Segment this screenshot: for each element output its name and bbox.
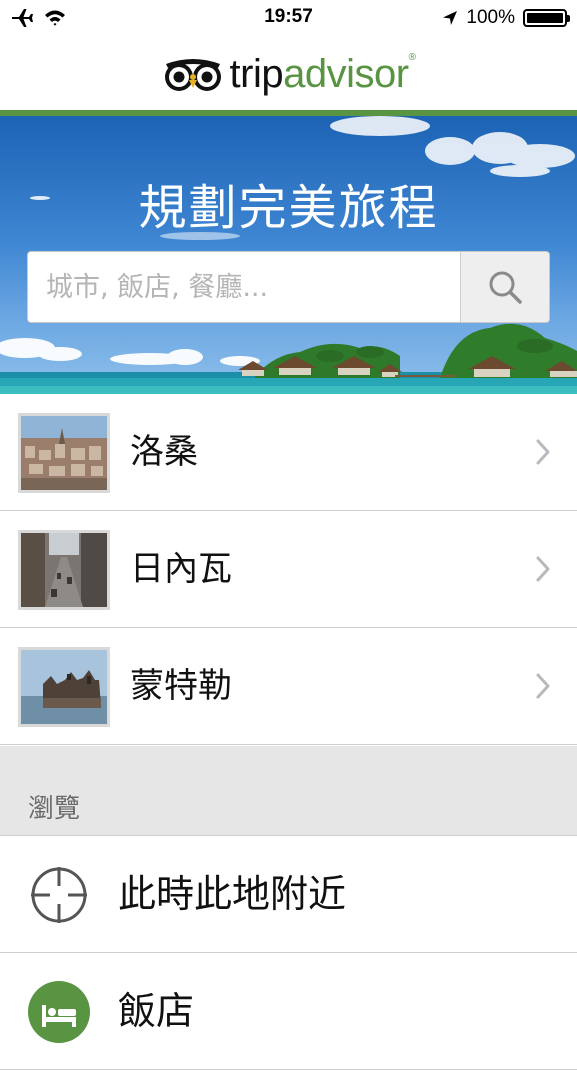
search-button[interactable] <box>460 252 549 322</box>
crosshair-icon <box>31 867 87 923</box>
section-label: 瀏覽 <box>28 794 81 824</box>
hero-title: 規劃完美旅程 <box>138 180 439 236</box>
list-item[interactable]: 蒙特勒 <box>0 628 577 745</box>
tripadvisor-logo[interactable]: tripadvisor® <box>162 52 416 97</box>
destination-thumbnail <box>18 413 110 493</box>
destination-thumbnail <box>18 647 110 727</box>
status-bar: 19:57 100% <box>0 0 577 38</box>
battery-icon <box>523 9 570 27</box>
battery-percent: 100% <box>466 7 515 28</box>
app-header: tripadvisor® <box>0 38 577 110</box>
destination-thumbnail <box>18 530 110 610</box>
logo-trip-text: trip <box>229 51 284 96</box>
search-bar <box>27 251 550 323</box>
search-icon <box>489 271 522 304</box>
nearby-label: 此時此地附近 <box>118 872 347 916</box>
search-input[interactable] <box>28 252 460 322</box>
destination-label: 日內瓦 <box>130 549 232 589</box>
browse-list: 此時此地附近 飯店 <box>0 836 577 1070</box>
bed-icon <box>28 981 90 1043</box>
logo-registered-mark: ® <box>408 51 416 63</box>
nearby-item[interactable]: 此時此地附近 <box>0 836 577 953</box>
list-item[interactable]: 洛桑 <box>0 394 577 511</box>
logo-advisor-text: advisor <box>283 51 409 96</box>
chevron-right-icon <box>536 439 550 465</box>
section-header: 瀏覽 <box>0 746 577 836</box>
hotels-label: 飯店 <box>118 989 195 1033</box>
list-item[interactable]: 日內瓦 <box>0 511 577 628</box>
hero-banner: 規劃完美旅程 <box>0 116 577 394</box>
hotels-item[interactable]: 飯店 <box>0 953 577 1070</box>
location-arrow-icon <box>443 11 458 25</box>
chevron-right-icon <box>536 673 550 699</box>
owl-eyes-icon <box>164 59 221 91</box>
destination-label: 蒙特勒 <box>130 666 232 706</box>
recent-destinations-list: 洛桑 日內瓦 蒙特勒 <box>0 394 577 745</box>
destination-label: 洛桑 <box>130 432 198 472</box>
chevron-right-icon <box>536 556 550 582</box>
